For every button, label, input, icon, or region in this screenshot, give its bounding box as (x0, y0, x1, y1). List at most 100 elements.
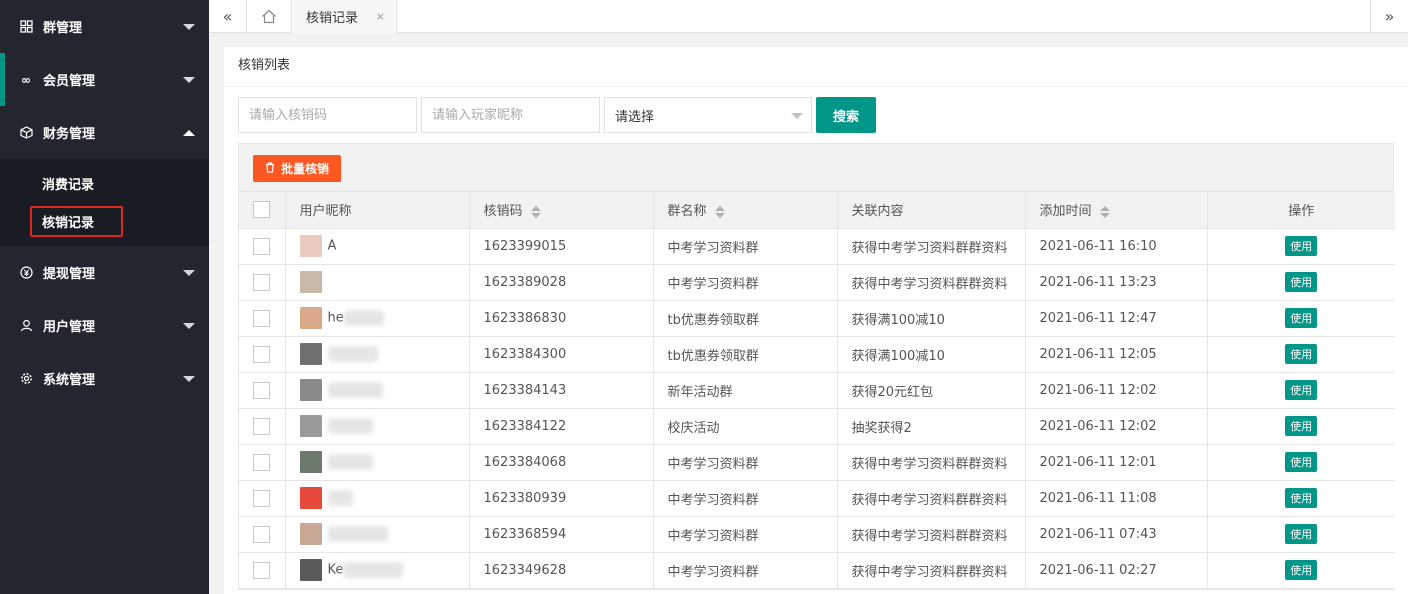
nickname-cell: Ke (285, 552, 470, 589)
batch-writeoff-button[interactable]: 批量核销 (253, 155, 341, 182)
use-button[interactable]: 使用 (1285, 272, 1318, 292)
home-icon[interactable] (247, 0, 291, 33)
table-header-row: 用户昵称 核销码 群名称 关联内容 添加时间 操作 (239, 192, 1395, 229)
content-cell: 获得满100减10 (837, 300, 1026, 337)
sidebar-item-label: 群管理 (43, 21, 83, 36)
row-checkbox[interactable] (253, 381, 270, 399)
blurred-nickname (343, 310, 384, 326)
time-cell: 2021-06-11 11:08 (1025, 480, 1208, 517)
header-time[interactable]: 添加时间 (1025, 192, 1208, 229)
user-icon (19, 319, 33, 333)
select-all-checkbox[interactable] (253, 201, 270, 219)
use-button[interactable]: 使用 (1285, 560, 1318, 580)
tab-writeoff-records[interactable]: 核销记录 × (291, 0, 397, 33)
use-button[interactable]: 使用 (1285, 452, 1318, 472)
avatar (299, 451, 322, 473)
row-checkbox[interactable] (253, 417, 270, 435)
use-button[interactable]: 使用 (1285, 344, 1318, 364)
header-content: 关联内容 (837, 192, 1026, 229)
nickname-text: he (327, 310, 344, 326)
table-row: 1623384143 新年活动群 获得20元红包 2021-06-11 12:02 使用 (239, 372, 1395, 409)
sidebar-item-member-mgmt[interactable]: ∞ 会员管理 (0, 53, 209, 106)
nickname-cell: A (285, 228, 470, 265)
content-cell: 获得中考学习资料群群资料 (837, 516, 1026, 553)
table-row: 1623384068 中考学习资料群 获得中考学习资料群群资料 2021-06-11 … (239, 444, 1395, 481)
card-title: 核销列表 (224, 47, 1408, 87)
blurred-nickname (327, 526, 388, 542)
nickname-cell (285, 264, 470, 301)
row-checkbox[interactable] (253, 237, 270, 255)
table-row: he 1623386830 tb优惠券领取群 获得满100减10 2021-06-11 … (239, 300, 1395, 337)
batch-writeoff-label: 批量核销 (280, 162, 329, 176)
use-button[interactable]: 使用 (1285, 308, 1318, 328)
select-value: 请选择 (615, 109, 655, 125)
header-label: 添加时间 (1039, 204, 1092, 220)
nickname-cell (285, 408, 470, 445)
nickname-cell (285, 444, 470, 481)
sidebar-item-system-mgmt[interactable]: 系统管理 (0, 352, 209, 405)
row-select-cell (239, 228, 286, 265)
sidebar-subitem-consumption-records[interactable]: 消费记录 (0, 164, 209, 202)
sort-icon[interactable] (714, 205, 725, 218)
code-cell: 1623368594 (469, 516, 654, 553)
avatar (299, 523, 322, 545)
nickname-cell (285, 336, 470, 373)
header-nickname: 用户昵称 (285, 192, 470, 229)
sidebar-item-label: 会员管理 (43, 74, 96, 89)
action-cell: 使用 (1207, 372, 1395, 409)
nickname-search-input[interactable] (421, 97, 600, 133)
search-button[interactable]: 搜索 (816, 97, 876, 133)
chevron-down-icon (183, 76, 195, 83)
sidebar-item-user-mgmt[interactable]: 用户管理 (0, 299, 209, 352)
row-checkbox[interactable] (253, 273, 270, 291)
sidebar-item-group-mgmt[interactable]: 群管理 (0, 0, 209, 53)
row-select-cell (239, 480, 286, 517)
blurred-nickname (327, 454, 373, 470)
content-cell: 获得中考学习资料群群资料 (837, 228, 1026, 265)
code-cell: 1623386830 (469, 300, 654, 337)
table-toolbar: 批量核销 (239, 144, 1393, 192)
code-cell: 1623384122 (469, 408, 654, 445)
scroll-right-icon[interactable]: » (1370, 0, 1408, 33)
sidebar-subitem-writeoff-records[interactable]: 核销记录 (0, 202, 209, 240)
yen-icon (19, 266, 33, 280)
content-cell: 抽奖获得2 (837, 408, 1026, 445)
action-cell: 使用 (1207, 516, 1395, 553)
close-icon[interactable]: × (376, 10, 385, 23)
scroll-left-icon[interactable]: « (209, 0, 247, 33)
infinity-icon: ∞ (21, 72, 31, 87)
nickname-cell (285, 372, 470, 409)
avatar (299, 487, 322, 509)
use-button[interactable]: 使用 (1285, 488, 1318, 508)
use-button[interactable]: 使用 (1285, 524, 1318, 544)
row-checkbox[interactable] (253, 345, 270, 363)
table-row: 1623389028 中考学习资料群 获得中考学习资料群群资料 2021-06-11 … (239, 264, 1395, 301)
sort-icon[interactable] (530, 205, 541, 218)
row-checkbox[interactable] (253, 525, 270, 543)
code-search-input[interactable] (238, 97, 417, 133)
action-cell: 使用 (1207, 336, 1395, 373)
use-button[interactable]: 使用 (1285, 236, 1318, 256)
use-button[interactable]: 使用 (1285, 416, 1318, 436)
code-cell: 1623384300 (469, 336, 654, 373)
sidebar-item-finance-mgmt[interactable]: 财务管理 (0, 106, 209, 159)
nickname-cell (285, 516, 470, 553)
code-cell: 1623384068 (469, 444, 654, 481)
use-button[interactable]: 使用 (1285, 380, 1318, 400)
group-cell: 中考学习资料群 (653, 552, 838, 589)
row-select-cell (239, 552, 286, 589)
row-select-cell (239, 444, 286, 481)
sidebar-item-withdraw-mgmt[interactable]: 提现管理 (0, 246, 209, 299)
row-checkbox[interactable] (253, 561, 270, 579)
header-code[interactable]: 核销码 (469, 192, 654, 229)
group-select[interactable]: 请选择 (604, 97, 812, 133)
grid-icon (19, 20, 33, 34)
finance-submenu: 消费记录 核销记录 (0, 159, 209, 246)
header-group[interactable]: 群名称 (653, 192, 838, 229)
action-cell: 使用 (1207, 480, 1395, 517)
row-checkbox[interactable] (253, 489, 270, 507)
group-cell: 新年活动群 (653, 372, 838, 409)
sort-icon[interactable] (1099, 205, 1110, 218)
row-checkbox[interactable] (253, 309, 270, 327)
row-checkbox[interactable] (253, 453, 270, 471)
